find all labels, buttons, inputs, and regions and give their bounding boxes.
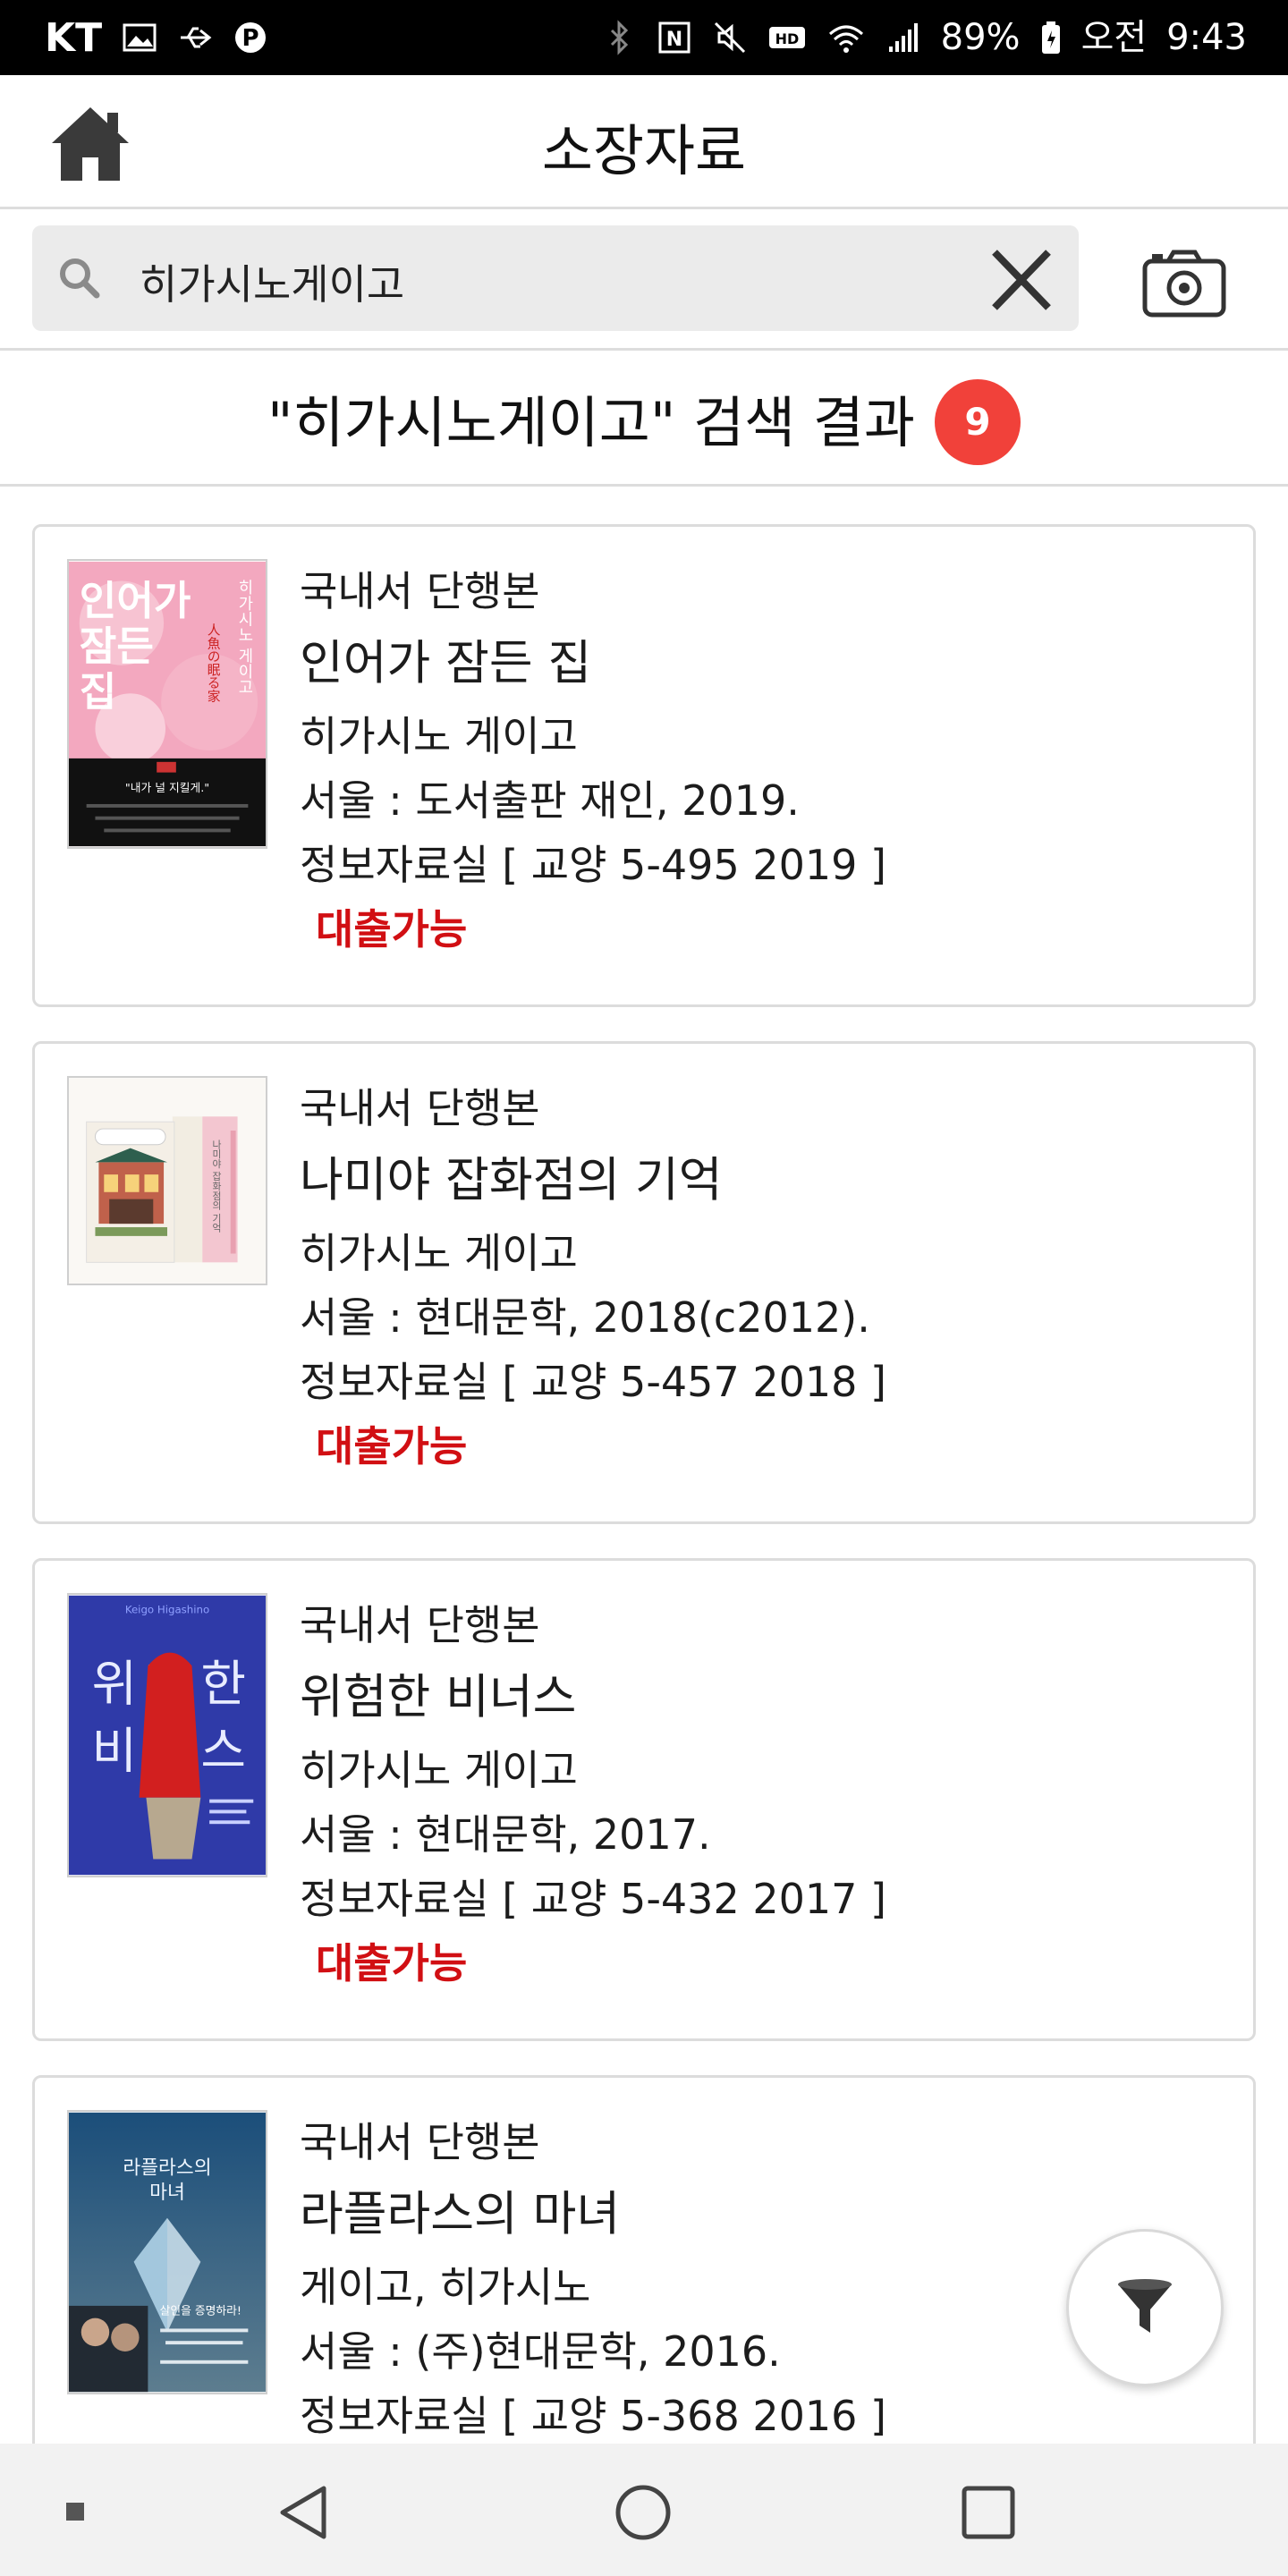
book-author: 히가시노 게이고 bbox=[300, 1746, 578, 1794]
book-card[interactable]: 인어가 잠든 집 히가시노 게이고 人魚の眠る家 "내가 널 지킬게." 국내서… bbox=[32, 524, 1256, 1007]
cover-title-line: 집 bbox=[80, 668, 117, 716]
book-type: 국내서 단행본 bbox=[300, 1601, 540, 1649]
book-info: 국내서 단행본 인어가 잠든 집 히가시노 게이고 서울 : 도서출판 재인, … bbox=[300, 559, 1235, 962]
back-icon[interactable] bbox=[274, 2481, 336, 2544]
signal-icon bbox=[888, 23, 918, 52]
clock-time: 9:43 bbox=[1166, 17, 1247, 58]
cover-author-en: Keigo Higashino bbox=[125, 1603, 209, 1615]
mute-icon bbox=[714, 21, 745, 54]
cover-title-char: 비 bbox=[92, 1722, 138, 1779]
book-info: 국내서 단행본 나미야 잡화점의 기억 히가시노 게이고 서울 : 현대문학, … bbox=[300, 1076, 1235, 1479]
clock-ampm: 오전 bbox=[1080, 17, 1148, 58]
book-title[interactable]: 라플라스의 마녀 bbox=[300, 2174, 1235, 2255]
dot-indicator-icon[interactable] bbox=[64, 2501, 86, 2522]
cover-quote: "내가 널 지킬게." bbox=[125, 782, 209, 795]
cover-author: 히가시노 게이고 bbox=[235, 579, 253, 695]
image-icon bbox=[123, 23, 157, 52]
book-author: 히가시노 게이고 bbox=[300, 1229, 578, 1277]
usb-icon bbox=[181, 27, 212, 48]
hd-icon: HD bbox=[768, 27, 805, 48]
cover-title: 라플라스의 bbox=[123, 2157, 211, 2180]
book-location: 정보자료실 [ 교양 5-432 2017 ] bbox=[300, 1875, 886, 1923]
status-bar: KT P N HD 89% 오전 9:43 bbox=[0, 0, 1288, 75]
filter-button[interactable] bbox=[1066, 2229, 1224, 2386]
battery-percent: 89% bbox=[940, 17, 1021, 58]
camera-icon[interactable] bbox=[1141, 247, 1227, 318]
book-cover: Keigo Higashino 위 험 한 비 너 스 bbox=[67, 1593, 267, 1877]
home-nav-icon[interactable] bbox=[612, 2481, 674, 2544]
recents-icon[interactable] bbox=[957, 2481, 1020, 2544]
book-publication: 서울 : 현대문학, 2018(c2012). bbox=[300, 1293, 870, 1342]
cover-title-char: 한 bbox=[200, 1656, 246, 1713]
cover-title-line: 잠든 bbox=[80, 623, 154, 670]
search-bar[interactable]: 히가시노게이고 bbox=[32, 225, 1079, 331]
bluetooth-icon bbox=[610, 20, 628, 55]
book-cover: 인어가 잠든 집 히가시노 게이고 人魚の眠る家 "내가 널 지킬게." bbox=[67, 559, 267, 849]
svg-text:HD: HD bbox=[775, 30, 799, 47]
nfc-icon: N bbox=[658, 21, 691, 54]
search-icon bbox=[60, 258, 100, 299]
book-info: 국내서 단행본 위험한 비너스 히가시노 게이고 서울 : 현대문학, 2017… bbox=[300, 1593, 1235, 1996]
book-location: 정보자료실 [ 교양 5-457 2018 ] bbox=[300, 1358, 886, 1406]
results-title: "히가시노게이고" 검색 결과 bbox=[267, 389, 915, 455]
book-location: 정보자료실 [ 교양 5-368 2016 ] bbox=[300, 2392, 886, 2440]
book-title[interactable]: 위험한 비너스 bbox=[300, 1657, 1235, 1738]
svg-text:P: P bbox=[242, 25, 259, 52]
navigation-bar bbox=[0, 2444, 1288, 2576]
book-publication: 서울 : 도서출판 재인, 2019. bbox=[300, 776, 800, 825]
book-author: 히가시노 게이고 bbox=[300, 712, 578, 760]
close-icon[interactable] bbox=[986, 249, 1057, 311]
book-cover: 나미야 잡화점의 기억 bbox=[67, 1076, 267, 1285]
book-publication: 서울 : 현대문학, 2017. bbox=[300, 1810, 711, 1859]
book-title[interactable]: 나미야 잡화점의 기억 bbox=[300, 1140, 1235, 1221]
svg-text:N: N bbox=[665, 29, 682, 51]
filter-icon bbox=[1118, 2279, 1172, 2333]
search-input[interactable]: 히가시노게이고 bbox=[140, 252, 927, 309]
cover-spine-title: 나미야 잡화점의 기억 bbox=[211, 1139, 223, 1233]
loan-status: 대출가능 bbox=[316, 905, 468, 953]
loan-status: 대출가능 bbox=[316, 1939, 468, 1987]
book-cover: 라플라스의 마녀 살인을 증명하라! bbox=[67, 2110, 267, 2394]
loan-status: 대출가능 bbox=[316, 1422, 468, 1470]
battery-icon bbox=[1041, 21, 1060, 54]
book-location: 정보자료실 [ 교양 5-495 2019 ] bbox=[300, 841, 886, 889]
book-card[interactable]: 나미야 잡화점의 기억 국내서 단행본 나미야 잡화점의 기억 히가시노 게이고… bbox=[32, 1041, 1256, 1524]
cover-title: 마녀 bbox=[149, 2182, 185, 2204]
wifi-icon bbox=[828, 25, 863, 53]
search-row: 히가시노게이고 bbox=[0, 209, 1288, 351]
result-count-badge: 9 bbox=[934, 378, 1021, 465]
book-title[interactable]: 인어가 잠든 집 bbox=[300, 623, 1235, 704]
cover-title-line: 인어가 bbox=[80, 577, 191, 624]
parking-icon: P bbox=[235, 22, 267, 53]
page-title: 소장자료 bbox=[541, 118, 747, 183]
carrier-label: KT bbox=[45, 14, 103, 61]
book-card[interactable]: Keigo Higashino 위 험 한 비 너 스 국내서 단행본 위험한 … bbox=[32, 1558, 1256, 2041]
app-bar: 소장자료 bbox=[0, 75, 1288, 209]
book-type: 국내서 단행본 bbox=[300, 1084, 540, 1132]
cover-title-char: 스 bbox=[200, 1722, 246, 1779]
cover-tagline: 살인을 증명하라! bbox=[160, 2305, 242, 2318]
book-type: 국내서 단행본 bbox=[300, 567, 540, 615]
cover-subtitle: 人魚の眠る家 bbox=[206, 623, 221, 703]
cover-title-char: 위 bbox=[92, 1656, 138, 1713]
book-type: 국내서 단행본 bbox=[300, 2118, 540, 2166]
results-header: "히가시노게이고" 검색 결과 9 bbox=[0, 351, 1288, 487]
